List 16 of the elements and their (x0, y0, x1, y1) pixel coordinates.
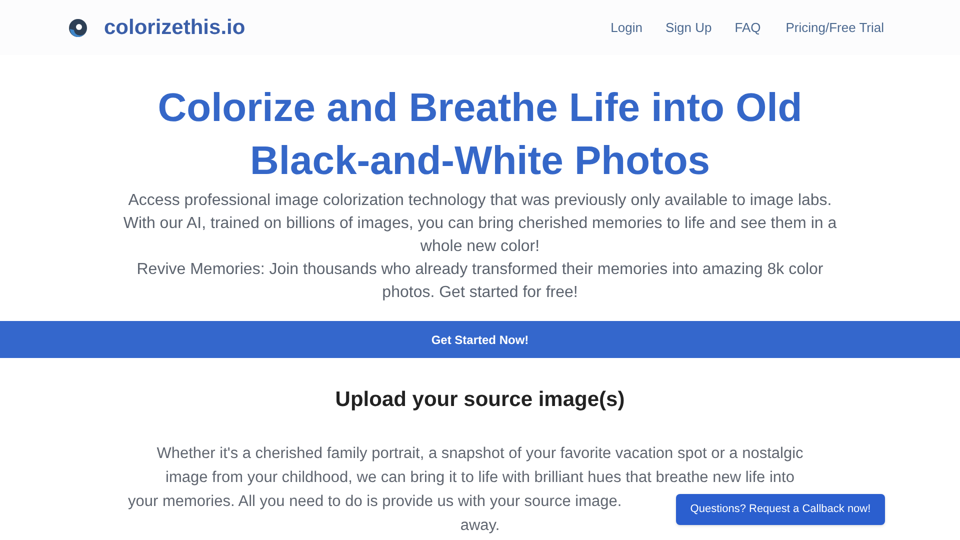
get-started-button[interactable]: Get Started Now! (0, 321, 960, 358)
hero-description: Revive Memories: Join thousands who already transformed their memories into amazing 8k color photos. Get started for free! (136, 260, 824, 303)
upload-description-line: image from your childhood, we can bring it to life with brilliant hues that breathe new life into (166, 468, 794, 488)
nav-link[interactable]: Login (610, 18, 642, 38)
upload-description-line: your memories. All you need to do is provide us with your source image. (128, 492, 622, 512)
logo-icon (68, 18, 88, 38)
upload-heading: Upload your source image(s) (334, 387, 626, 413)
upload-description-line: Whether it's a cherished family portrait, a snapshot of your favorite vacation spot or a nostalgic (156, 444, 804, 464)
hero-description: Access professional image colorization technology that was previously only available to image labs. With our AI, trained on billions of images, you can bring cherished memories to life and see them in a whole new color! (122, 191, 838, 257)
upload-description-line: away. (460, 516, 500, 536)
nav-link[interactable]: Pricing/Free Trial (786, 18, 884, 38)
brand-name[interactable]: colorizethis.io (104, 12, 246, 44)
nav-link[interactable]: Sign Up (665, 18, 712, 38)
hero-title: Colorize and Breathe Life into Old Black-and-White Photos (156, 85, 804, 185)
callback-button[interactable]: Questions? Request a Callback now! (676, 494, 885, 525)
nav-link[interactable]: FAQ (734, 18, 761, 38)
